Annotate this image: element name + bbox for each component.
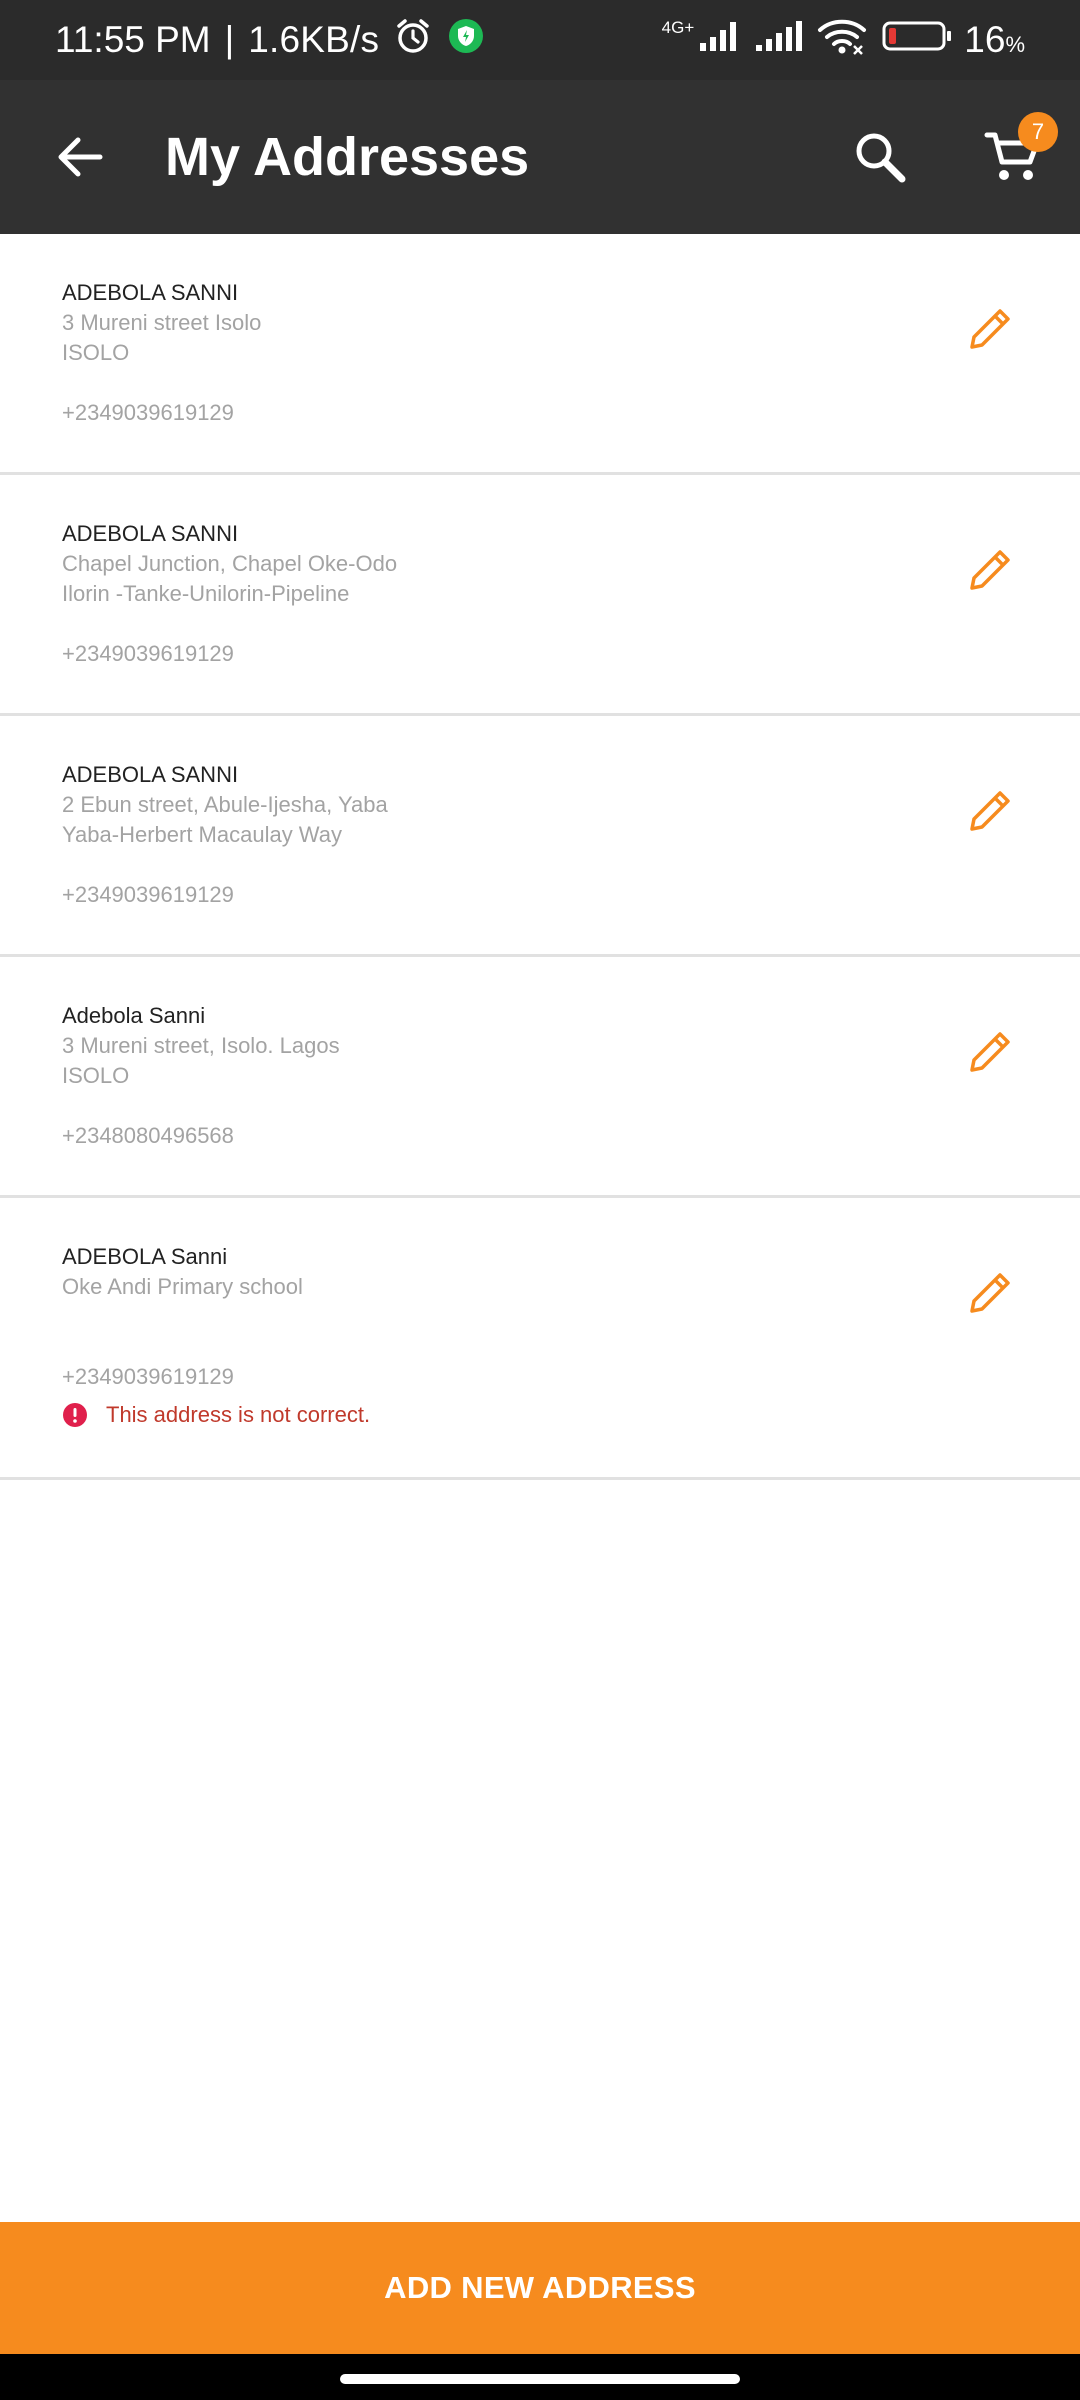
address-name: ADEBOLA SANNI (62, 762, 239, 787)
address-card[interactable]: ADEBOLA Sanni Oke Andi Primary school +2… (0, 1198, 1080, 1480)
arrow-left-icon (58, 137, 103, 177)
address-line-1: Oke Andi Primary school (62, 1274, 303, 1299)
battery-percent: 16% (964, 19, 1025, 61)
address-line-1: 3 Mureni street, Isolo. Lagos (62, 1033, 340, 1058)
pencil-icon (970, 1032, 1010, 1072)
address-phone: +2349039619129 (62, 400, 234, 425)
address-name: ADEBOLA SANNI (62, 521, 239, 546)
page-title: My Addresses (165, 127, 530, 187)
address-error: This address is not correct. (62, 1402, 922, 1428)
status-left: 11:55 PM | 1.6KB/s (55, 0, 485, 80)
address-name: ADEBOLA SANNI (62, 280, 239, 305)
vpn-shield-icon (447, 17, 485, 64)
address-name: ADEBOLA Sanni (62, 1244, 228, 1269)
address-line-1: 2 Ebun street, Abule-Ijesha, Yaba (62, 792, 388, 817)
address-phone: +2349039619129 (62, 1364, 234, 1389)
status-bar: 11:55 PM | 1.6KB/s 4G+ 16% (0, 0, 1080, 80)
battery-icon (882, 19, 952, 62)
home-indicator[interactable] (340, 2374, 740, 2384)
status-right: 4G+ 16% (662, 0, 1025, 80)
address-details: Adebola Sanni 3 Mureni street, Isolo. La… (62, 1001, 922, 1151)
address-details: ADEBOLA SANNI Chapel Junction, Chapel Ok… (62, 519, 922, 669)
address-line-1: Chapel Junction, Chapel Oke-Odo (62, 551, 398, 576)
edit-address-button[interactable] (955, 1017, 1025, 1087)
address-details: ADEBOLA SANNI 3 Mureni street Isolo ISOL… (62, 278, 922, 428)
address-phone: +2348080496568 (62, 1123, 234, 1148)
address-phone: +2349039619129 (62, 641, 234, 666)
address-phone: +2349039619129 (62, 882, 234, 907)
signal-icon (698, 19, 742, 62)
cart-count-badge: 7 (1018, 112, 1058, 152)
address-line-2: Ilorin -Tanke-Unilorin-Pipeline (62, 581, 350, 606)
edit-address-button[interactable] (955, 776, 1025, 846)
address-line-2: ISOLO (62, 340, 130, 365)
address-error-text: This address is not correct. (106, 1402, 371, 1427)
address-card[interactable]: ADEBOLA SANNI 2 Ebun street, Abule-Ijesh… (0, 716, 1080, 957)
address-card[interactable]: ADEBOLA SANNI Chapel Junction, Chapel Ok… (0, 475, 1080, 716)
address-details: ADEBOLA Sanni Oke Andi Primary school +2… (62, 1242, 922, 1428)
app-bar: My Addresses (0, 80, 1080, 234)
address-details: ADEBOLA SANNI 2 Ebun street, Abule-Ijesh… (62, 760, 922, 910)
wifi-icon (816, 16, 870, 65)
alarm-icon (393, 16, 433, 65)
add-new-address-button[interactable]: ADD NEW ADDRESS (0, 2222, 1080, 2354)
search-icon (856, 133, 906, 183)
edit-address-button[interactable] (955, 1258, 1025, 1328)
edit-address-button[interactable] (955, 535, 1025, 605)
signal-icon-2 (754, 19, 804, 62)
address-list: ADEBOLA SANNI 3 Mureni street Isolo ISOL… (0, 234, 1080, 1480)
pencil-icon (970, 550, 1010, 590)
pencil-icon (970, 791, 1010, 831)
search-button[interactable] (840, 117, 920, 197)
address-line-1: 3 Mureni street Isolo (62, 310, 262, 335)
address-card[interactable]: ADEBOLA SANNI 3 Mureni street Isolo ISOL… (0, 234, 1080, 475)
pencil-icon (970, 1273, 1010, 1313)
network-type: 4G+ (661, 18, 695, 37)
edit-address-button[interactable] (955, 294, 1025, 364)
error-icon (63, 1403, 87, 1427)
address-line-2: ISOLO (62, 1063, 130, 1088)
status-separator: | (224, 19, 235, 60)
system-nav-bar (0, 2354, 1080, 2400)
status-time: 11:55 PM (55, 19, 211, 60)
address-card[interactable]: Adebola Sanni 3 Mureni street, Isolo. La… (0, 957, 1080, 1198)
battery-unit: % (1005, 32, 1025, 57)
address-name: Adebola Sanni (62, 1003, 206, 1028)
address-line-2 (62, 1302, 922, 1332)
battery-value: 16 (964, 19, 1006, 60)
back-button[interactable] (40, 117, 120, 197)
status-speed: 1.6KB/s (248, 19, 380, 60)
pencil-icon (970, 309, 1010, 349)
address-line-2: Yaba-Herbert Macaulay Way (62, 822, 342, 847)
